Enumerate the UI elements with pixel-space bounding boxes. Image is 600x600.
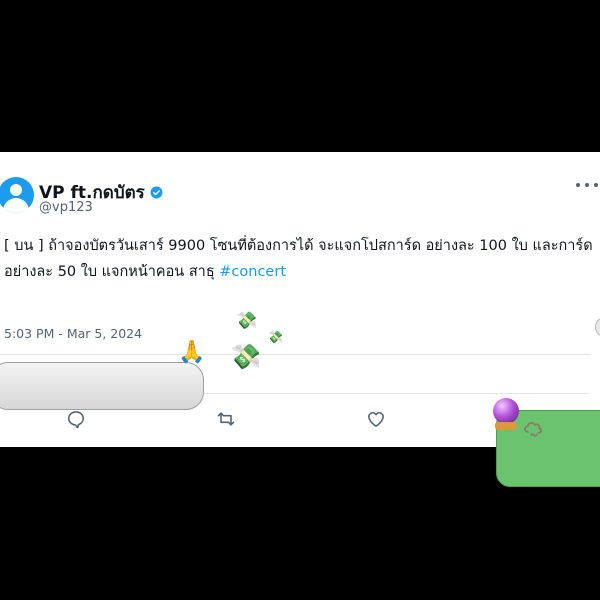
money-with-wings-icon: 💸 [236,311,258,331]
retweet-icon[interactable] [216,409,236,429]
divider [0,354,590,355]
tweet-text: [ บน ] ถ้าจองบัตรวันเสาร์ 9900 โซนที่ต้อ… [4,233,600,285]
reply-icon[interactable] [66,409,86,429]
verified-badge-icon [150,186,163,199]
pray-hands-icon: 🙏 [178,340,206,365]
tweet-text-line-2: อย่างละ 50 ใบ แจกหน้าคอน สาธุ #concert [4,259,600,285]
tweet-text-line-2-body: อย่างละ 50 ใบ แจกหน้าคอน สาธุ [4,264,220,280]
timestamp[interactable]: 5:03 PM - Mar 5, 2024 [4,326,142,341]
more-options-icon[interactable] [574,183,600,191]
handle[interactable]: @vp123 [39,200,93,215]
crystal-ball-icon [490,398,522,432]
tweet-text-line-1: [ บน ] ถ้าจองบัตรวันเสาร์ 9900 โซนที่ต้อ… [4,238,593,254]
money-with-wings-icon: 💸 [268,330,283,344]
avatar[interactable] [0,177,34,213]
hashtag-link[interactable]: #concert [219,264,286,280]
gray-message-bubble [0,362,204,410]
avatar-body-shape [3,198,29,213]
like-icon[interactable] [366,409,386,429]
avatar-head-shape [10,184,22,196]
money-with-wings-icon: 💸 [230,342,262,371]
steam-cloud-icon [524,422,542,437]
